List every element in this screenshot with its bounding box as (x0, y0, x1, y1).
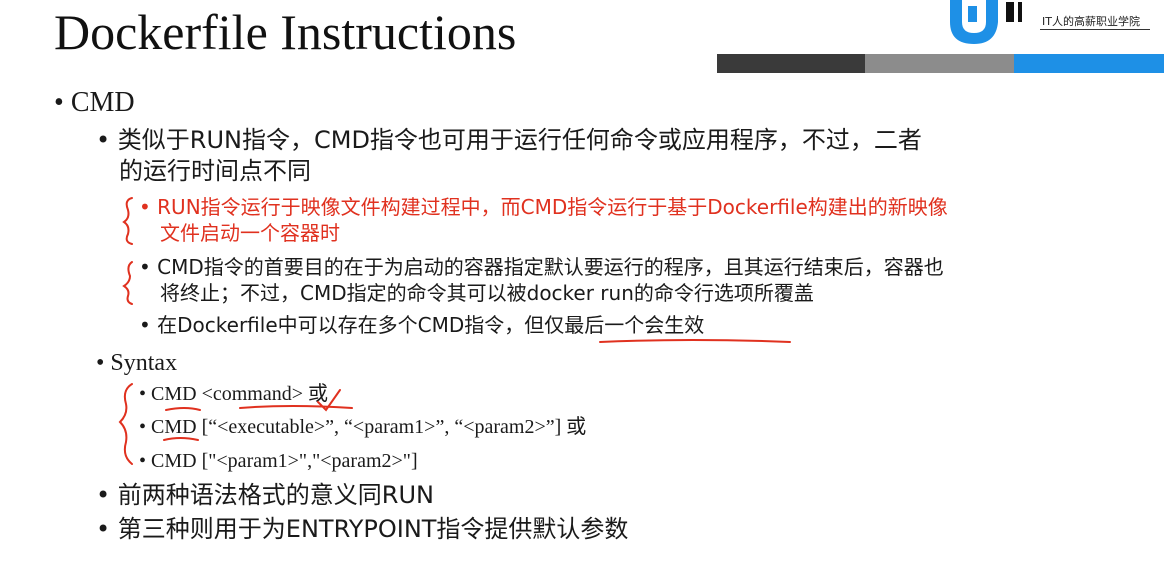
underline-cmd-1 (165, 407, 201, 411)
bullet-symbol: • (96, 515, 111, 543)
brace-sub1 (122, 197, 133, 245)
point2-line: • 前两种语法格式的意义同RUN (96, 480, 434, 510)
bullet-symbol: • (54, 87, 64, 118)
bullet-symbol: • (139, 255, 151, 279)
bullet-symbol: • (139, 450, 147, 472)
syntax-heading: Syntax (110, 350, 178, 376)
bullet-symbol: • (139, 195, 151, 219)
syntax-2-text: CMD [“<executable>”, “<param1>”, “<param… (151, 416, 587, 438)
bullet-symbol: • (139, 313, 151, 337)
sub1-line2: 文件启动一个容器时 (160, 221, 340, 245)
syntax-1-text: CMD <command> 或 (151, 383, 329, 405)
point1-text-1: 类似于RUN指令，CMD指令也可用于运行任何命令或应用程序，不过，二者 (117, 126, 922, 154)
sub2-text-1: CMD指令的首要目的在于为启动的容器指定默认要运行的程序，且其运行结束后，容器也 (157, 255, 944, 279)
logo-icon (950, 0, 1022, 44)
sub3-line: • 在Dockerfile中可以存在多个CMD指令，但仅最后一个会生效 (139, 312, 704, 338)
sub2-line1: • CMD指令的首要目的在于为启动的容器指定默认要运行的程序，且其运行结束后，容… (139, 254, 944, 280)
logo-divider (1040, 29, 1150, 30)
logo-tagline: IT人的高薪职业学院 (1042, 15, 1140, 28)
bullet-cmd: • CMD (54, 88, 135, 118)
bullet-symbol: • (96, 481, 111, 509)
syntax-item-3: • CMD ["<param1>","<param2>"] (139, 448, 418, 474)
brace-sub2 (122, 261, 133, 305)
slide-title: Dockerfile Instructions (54, 4, 517, 60)
sub2-line2: 将终止；不过，CMD指定的命令其可以被docker run的命令行选项所覆盖 (160, 281, 814, 305)
bullet-syntax: • Syntax (96, 348, 177, 378)
logo: IT人的高薪职业学院 (946, 0, 1164, 50)
sub1-line1: • RUN指令运行于映像文件构建过程中，而CMD指令运行于基于Dockerfil… (139, 194, 948, 220)
brace-syntax (118, 383, 133, 465)
header-color-bars (717, 54, 1164, 73)
syntax-3-text: CMD ["<param1>","<param2>"] (151, 450, 418, 472)
underline-last-effective (599, 339, 791, 343)
cmd-heading: CMD (70, 87, 135, 118)
slide: Dockerfile Instructions IT人的高薪职业学院 • CMD… (0, 0, 1164, 584)
syntax-item-2: • CMD [“<executable>”, “<param1>”, “<par… (139, 414, 586, 440)
bullet-symbol: • (96, 126, 111, 154)
sub1-text-1: RUN指令运行于映像文件构建过程中，而CMD指令运行于基于Dockerfile构… (157, 195, 948, 219)
point1-line2: 的运行时间点不同 (119, 157, 311, 185)
point2-text: 前两种语法格式的意义同RUN (117, 481, 434, 509)
bullet-symbol: • (139, 416, 147, 438)
color-bar-dark (717, 54, 865, 73)
color-bar-blue (1014, 54, 1164, 73)
point3-text: 第三种则用于为ENTRYPOINT指令提供默认参数 (117, 515, 629, 543)
sub3-text: 在Dockerfile中可以存在多个CMD指令，但仅最后一个会生效 (157, 313, 705, 337)
point1-line1: • 类似于RUN指令，CMD指令也可用于运行任何命令或应用程序，不过，二者 (96, 125, 922, 155)
syntax-item-1: • CMD <command> 或 (139, 381, 328, 407)
color-bar-gray (865, 54, 1014, 73)
bullet-symbol: • (96, 350, 105, 376)
bullet-symbol: • (139, 383, 147, 405)
point3-line: • 第三种则用于为ENTRYPOINT指令提供默认参数 (96, 514, 628, 544)
